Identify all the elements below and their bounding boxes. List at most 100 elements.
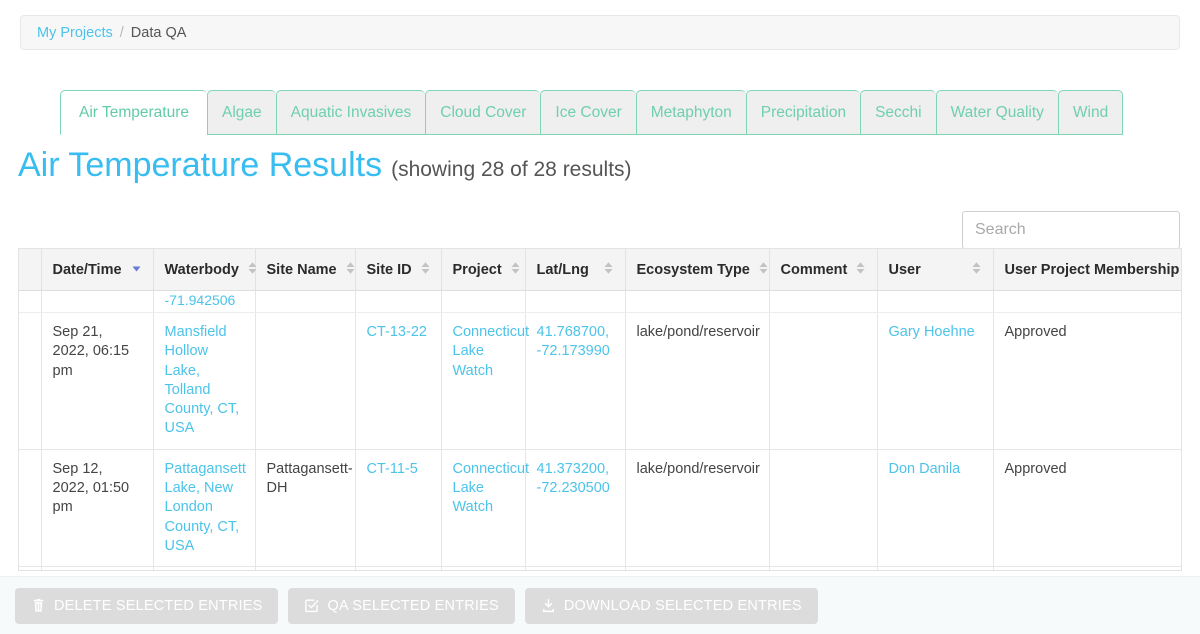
cell-latlng-text[interactable]: 41.373200, -72.230500 [537, 461, 610, 496]
cell-site_id[interactable]: CT-11-6 [355, 567, 441, 571]
column-header-site_name[interactable]: Site Name [255, 249, 355, 291]
cell-checkbox[interactable] [19, 449, 41, 566]
tab-algae[interactable]: Algae [207, 90, 276, 135]
search-container [962, 211, 1180, 249]
column-header-ecosystem_type[interactable]: Ecosystem Type [625, 249, 769, 291]
cell-site_id[interactable]: CT-13-22 [355, 313, 441, 450]
tab-metaphyton[interactable]: Metaphyton [636, 90, 746, 135]
table-row-partial[interactable]: -71.942506 [19, 291, 1182, 313]
results-table: Date/Time Waterbody Site Name Site IDProjec… [19, 248, 1182, 571]
column-header-label: Site Name [267, 262, 337, 278]
sort-none-icon[interactable] [510, 261, 521, 279]
cell-project-text[interactable]: Connecticut Lake Watch [453, 461, 530, 516]
cell-datetime: Sep 21, 2022, 06:15 pm [41, 313, 153, 450]
table-header: Date/Time Waterbody Site Name Site IDProjec… [19, 249, 1182, 291]
cell-site_id[interactable]: CT-11-5 [355, 449, 441, 566]
cell-user [877, 291, 993, 313]
tab-secchi[interactable]: Secchi [860, 90, 936, 135]
cell-datetime-text: Sep 21, 2022, 06:15 pm [53, 324, 130, 379]
cell-project [441, 291, 525, 313]
tab-label: Water Quality [951, 104, 1044, 122]
cell-datetime: Sep 12, 2022, 01:50 pm [41, 449, 153, 566]
cell-latlng[interactable]: 41.441073, -71.945155 [525, 567, 625, 571]
tab-wind[interactable]: Wind [1058, 90, 1123, 135]
column-header-checkbox[interactable] [19, 249, 41, 291]
cell-checkbox[interactable] [19, 313, 41, 450]
cell-site_id-text[interactable]: CT-13-22 [367, 324, 427, 340]
cell-user[interactable]: megdvm92 [877, 567, 993, 571]
download-icon [541, 598, 556, 613]
sort-desc-icon[interactable] [131, 262, 142, 278]
cell-site_name [255, 291, 355, 313]
tab-ice-cover[interactable]: Ice Cover [540, 90, 635, 135]
sort-none-icon[interactable] [345, 261, 356, 279]
cell-waterbody-text[interactable]: Mansfield Hollow Lake, Tolland County, C… [165, 324, 240, 436]
tab-water-quality[interactable]: Water Quality [936, 90, 1058, 135]
table-row[interactable]: Sep 12, 2022, 01:50 pmPattagansett Lake,… [19, 449, 1182, 566]
sort-none-icon[interactable] [603, 261, 614, 279]
breadcrumb-current: Data QA [131, 25, 187, 41]
column-header-datetime[interactable]: Date/Time [41, 249, 153, 291]
column-header-latlng[interactable]: Lat/Lng [525, 249, 625, 291]
cell-checkbox[interactable] [19, 567, 41, 571]
cell-user_project_membership: Approved [993, 567, 1182, 571]
tab-cloud-cover[interactable]: Cloud Cover [425, 90, 540, 135]
cell-comment [769, 567, 877, 571]
cell-waterbody[interactable]: Long Pond, New London [153, 567, 255, 571]
delete-selected-entries-button[interactable]: DELETE SELECTED ENTRIES [15, 588, 278, 624]
column-header-user[interactable]: User [877, 249, 993, 291]
cell-waterbody-partial[interactable]: -71.942506 [153, 291, 255, 313]
cell-user-text[interactable]: Don Danila [889, 461, 961, 477]
data-qa-page: My Projects / Data QA Air Temperature Alg… [0, 0, 1200, 634]
tab-label: Algae [222, 104, 262, 122]
bulk-action-bar: DELETE SELECTED ENTRIES QA SELECTED ENTRI… [0, 576, 1200, 634]
cell-project[interactable]: Connecticut Lake Watch [441, 449, 525, 566]
sort-none-icon[interactable] [971, 261, 982, 279]
cell-latlng-text[interactable]: 41.768700, -72.173990 [537, 324, 610, 359]
column-header-user_project_membership[interactable]: User Project Membership [993, 249, 1182, 291]
breadcrumb-link-my-projects[interactable]: My Projects [37, 25, 113, 41]
results-table-container[interactable]: Date/Time Waterbody Site Name Site IDProjec… [18, 248, 1182, 571]
table-row[interactable]: Sep 21, 2022, 06:15 pm Mansfield Hollow L… [19, 313, 1182, 450]
search-input[interactable] [962, 211, 1180, 249]
sort-none-icon[interactable] [758, 261, 769, 279]
cell-user_project_membership-text: Approved [1005, 461, 1067, 477]
cell-latlng[interactable]: 41.373200, -72.230500 [525, 449, 625, 566]
cell-project[interactable]: Connecticut Lake Watch [441, 567, 525, 571]
tab-air-temperature[interactable]: Air Temperature [60, 90, 207, 135]
cell-user[interactable]: Gary Hoehne [877, 313, 993, 450]
tab-label: Secchi [875, 104, 922, 122]
column-header-comment[interactable]: Comment [769, 249, 877, 291]
sort-none-icon[interactable] [420, 261, 431, 279]
column-header-project[interactable]: Project [441, 249, 525, 291]
tab-aquatic-invasives[interactable]: Aquatic Invasives [276, 90, 426, 135]
breadcrumb-separator: / [120, 25, 124, 41]
cell-site_name-text: Pattagansett-DH [267, 461, 353, 496]
cell-project-text[interactable]: Connecticut Lake Watch [453, 324, 530, 379]
trash-icon [31, 598, 46, 613]
cell-waterbody[interactable]: Mansfield Hollow Lake, Tolland County, C… [153, 313, 255, 450]
cell-latlng[interactable]: 41.768700, -72.173990 [525, 313, 625, 450]
cell-waterbody-text[interactable]: Pattagansett Lake, New London County, CT… [165, 461, 246, 554]
qa-selected-entries-button[interactable]: QA SELECTED ENTRIES [288, 588, 514, 624]
cell-user_project_membership: Approved [993, 313, 1182, 450]
cell-user[interactable]: Don Danila [877, 449, 993, 566]
cell-checkbox [19, 291, 41, 313]
button-label: QA SELECTED ENTRIES [327, 598, 498, 614]
download-selected-entries-button[interactable]: DOWNLOAD SELECTED ENTRIES [525, 588, 818, 624]
column-header-site_id[interactable]: Site ID [355, 249, 441, 291]
cell-ecosystem_type: lake/pond/reservoir [625, 449, 769, 566]
table-row[interactable]: Sep 10, 2022, 01:45 pmLong Pond, New Lon… [19, 567, 1182, 571]
column-header-label: Waterbody [165, 262, 239, 278]
column-header-waterbody[interactable]: Waterbody [153, 249, 255, 291]
button-label: DELETE SELECTED ENTRIES [54, 598, 262, 614]
cell-waterbody[interactable]: Pattagansett Lake, New London County, CT… [153, 449, 255, 566]
cell-user-text[interactable]: Gary Hoehne [889, 324, 975, 340]
sort-none-icon[interactable] [855, 261, 866, 279]
page-title-text: Air Temperature Results [18, 148, 382, 182]
cell-project[interactable]: Connecticut Lake Watch [441, 313, 525, 450]
cell-site_id-text[interactable]: CT-11-5 [367, 461, 418, 477]
cell-ecosystem_type [625, 291, 769, 313]
tab-precipitation[interactable]: Precipitation [746, 90, 860, 135]
cell-user_project_membership: Approved [993, 449, 1182, 566]
